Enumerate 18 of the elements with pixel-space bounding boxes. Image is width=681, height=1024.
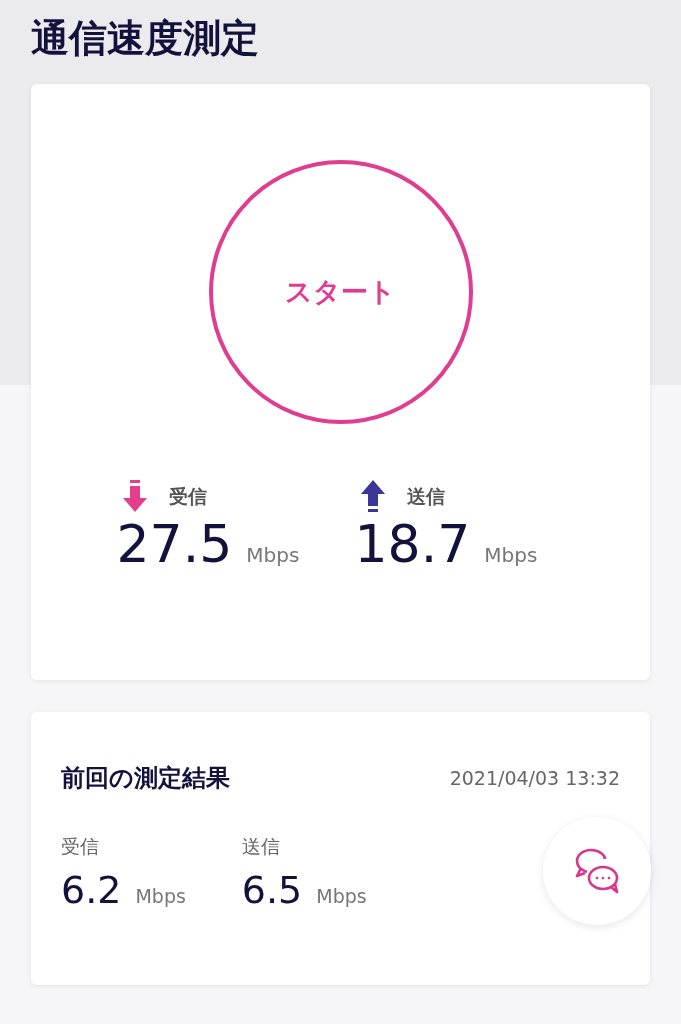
start-button[interactable]: スタート — [208, 160, 473, 424]
download-arrow-icon — [122, 480, 147, 514]
speed-value: 27.5 — [116, 514, 233, 574]
speed-value: 6.2 — [61, 868, 122, 912]
upload-arrow-icon — [360, 480, 385, 514]
page-title: 通信速度測定 — [31, 15, 260, 62]
direction-label: 送信 — [406, 484, 445, 509]
speed-unit: Mbps — [316, 885, 367, 907]
speed-unit: Mbps — [246, 543, 300, 567]
speed-unit: Mbps — [135, 885, 186, 907]
speed-unit: Mbps — [484, 543, 538, 567]
direction-label: 受信 — [61, 834, 100, 859]
direction-label: 送信 — [241, 834, 281, 859]
direction-label: 受信 — [168, 484, 207, 509]
measurement-datetime: 2021/04/03 13:32 — [449, 767, 620, 789]
speed-value: 6.5 — [241, 868, 303, 912]
speed-value: 18.7 — [354, 514, 471, 574]
section-title: 前回の測定結果 — [61, 763, 230, 794]
